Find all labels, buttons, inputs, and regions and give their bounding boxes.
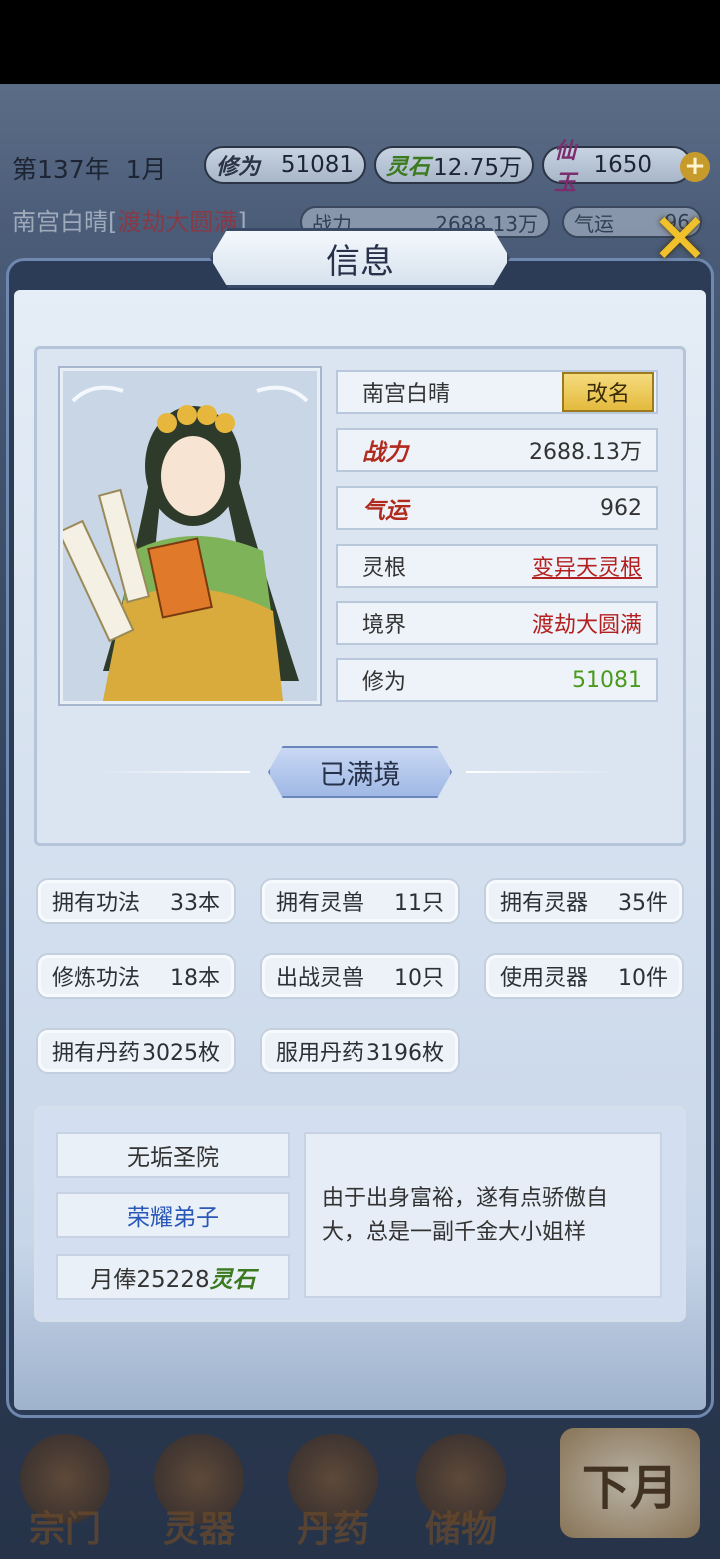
sect-rank: 荣耀弟子 [56,1192,290,1238]
character-description: 由于出身富裕，遂有点骄傲自大，总是一副千金大小姐样 [304,1132,662,1298]
nav-storage[interactable]: 储物 [396,1420,526,1559]
rename-button[interactable]: 改名 [562,372,654,412]
count-owned-artifacts: 拥有灵器 35件 [484,878,684,924]
count-consumed-pills: 服用丹药 3196枚 [260,1028,460,1074]
close-icon[interactable]: ✕ [644,204,716,276]
nav-artifacts[interactable]: 灵器 [134,1420,264,1559]
divider-right [466,771,616,773]
realm-maxed-button[interactable]: 已满境 [268,746,452,798]
stat-row-realm: 境界 渡劫大圆满 [336,601,658,645]
count-owned-techniques: 拥有功法 33本 [36,878,236,924]
stat-row-power: 战力 2688.13万 [336,428,658,472]
stat-row-luck: 气运 962 [336,486,658,530]
stat-row-cultivation: 修为 51081 [336,658,658,702]
date-display: 第137年 1月 [12,155,167,184]
nav-pills[interactable]: 丹药 [268,1420,398,1559]
cultivation-resource: 修为 51081 [204,146,366,184]
count-practiced-techniques: 修炼功法 18本 [36,953,236,999]
count-battle-beasts: 出战灵兽 10只 [260,953,460,999]
spirit-stone-resource: 灵石 12.75万 [374,146,534,184]
nav-sect[interactable]: 宗门 [0,1420,130,1559]
jade-resource: 仙玉 1650 [542,139,692,196]
character-portrait [58,366,322,706]
portrait-illustration [63,385,309,701]
spirit-root-link[interactable]: 变异天灵根 [532,550,642,582]
monthly-salary: 月俸25228 灵石 [56,1254,290,1300]
character-name: 南宫白晴 [362,382,451,407]
count-owned-beasts: 拥有灵兽 11只 [260,878,460,924]
next-month-button[interactable]: 下月 [560,1428,700,1538]
resource-bar: 第137年 1月 修为 51081 灵石 12.75万 仙玉 1650 + [0,139,720,196]
divider-left [100,771,250,773]
stat-row-spirit-root: 灵根 变异天灵根 [336,544,658,588]
dialog-title: 信息 [210,228,510,288]
add-jade-icon[interactable]: + [680,152,710,182]
spirit-stone-label: 灵石 [209,1267,256,1293]
count-used-artifacts: 使用灵器 10件 [484,953,684,999]
count-owned-pills: 拥有丹药 3025枚 [36,1028,236,1074]
sect-name: 无垢圣院 [56,1132,290,1178]
